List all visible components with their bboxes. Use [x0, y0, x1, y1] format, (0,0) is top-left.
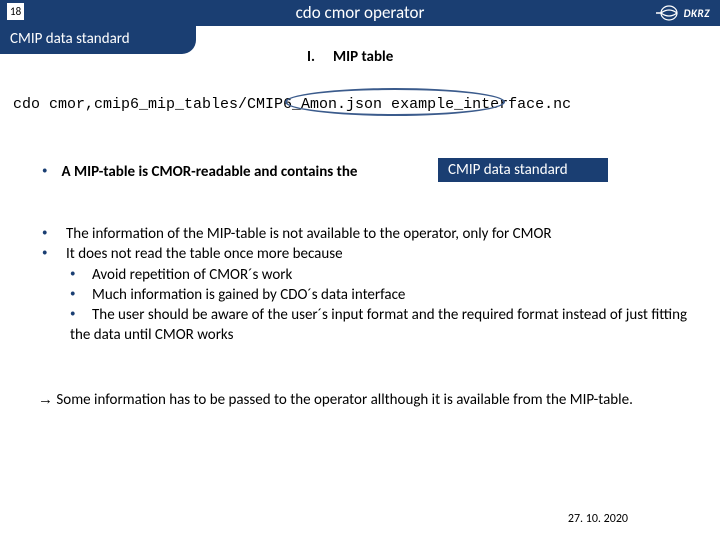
arrow-icon: →	[38, 391, 53, 408]
conclusion-text: Some information has to be passed to the…	[53, 391, 633, 409]
globe-icon	[656, 5, 682, 21]
bullet-2b-sub2: Much information is gained by CDO´s data…	[70, 285, 694, 305]
subtitle-tab: CMIP data standard	[0, 26, 196, 54]
bullet-1-text: A MIP-table is CMOR-readable and contain…	[61, 163, 357, 181]
bullet-1: • A MIP-table is CMOR-readable and contai…	[42, 163, 357, 181]
logo-text: DKRZ	[684, 7, 710, 20]
bullet-2b-sub3: The user should be aware of the user´s i…	[70, 305, 694, 346]
cmip-tag: CMIP data standard	[438, 158, 608, 182]
bullet-icon: •	[42, 164, 47, 177]
command-line: cdo cmor,cmip6_mip_tables/CMIP6_Amon.jso…	[13, 96, 571, 113]
footer-date: 27. 10. 2020	[568, 512, 628, 526]
bullet-2b-sub1: Avoid repetition of CMOR´s work	[70, 265, 694, 285]
bullet-2-block: The information of the MIP-table is not …	[42, 224, 694, 346]
dkrz-logo: DKRZ	[656, 3, 710, 23]
section-number: I.	[307, 48, 315, 66]
section-heading: I. MIP table	[307, 48, 393, 66]
slide-root: 18 cdo cmor operator DKRZ CMIP data stan…	[0, 0, 720, 540]
bullet-2a: The information of the MIP-table is not …	[42, 224, 694, 244]
bullet-2b: It does not read the table once more bec…	[42, 244, 694, 264]
slide-title: cdo cmor operator	[0, 2, 720, 23]
section-label: MIP table	[333, 48, 393, 66]
conclusion: → Some information has to be passed to t…	[38, 390, 670, 410]
